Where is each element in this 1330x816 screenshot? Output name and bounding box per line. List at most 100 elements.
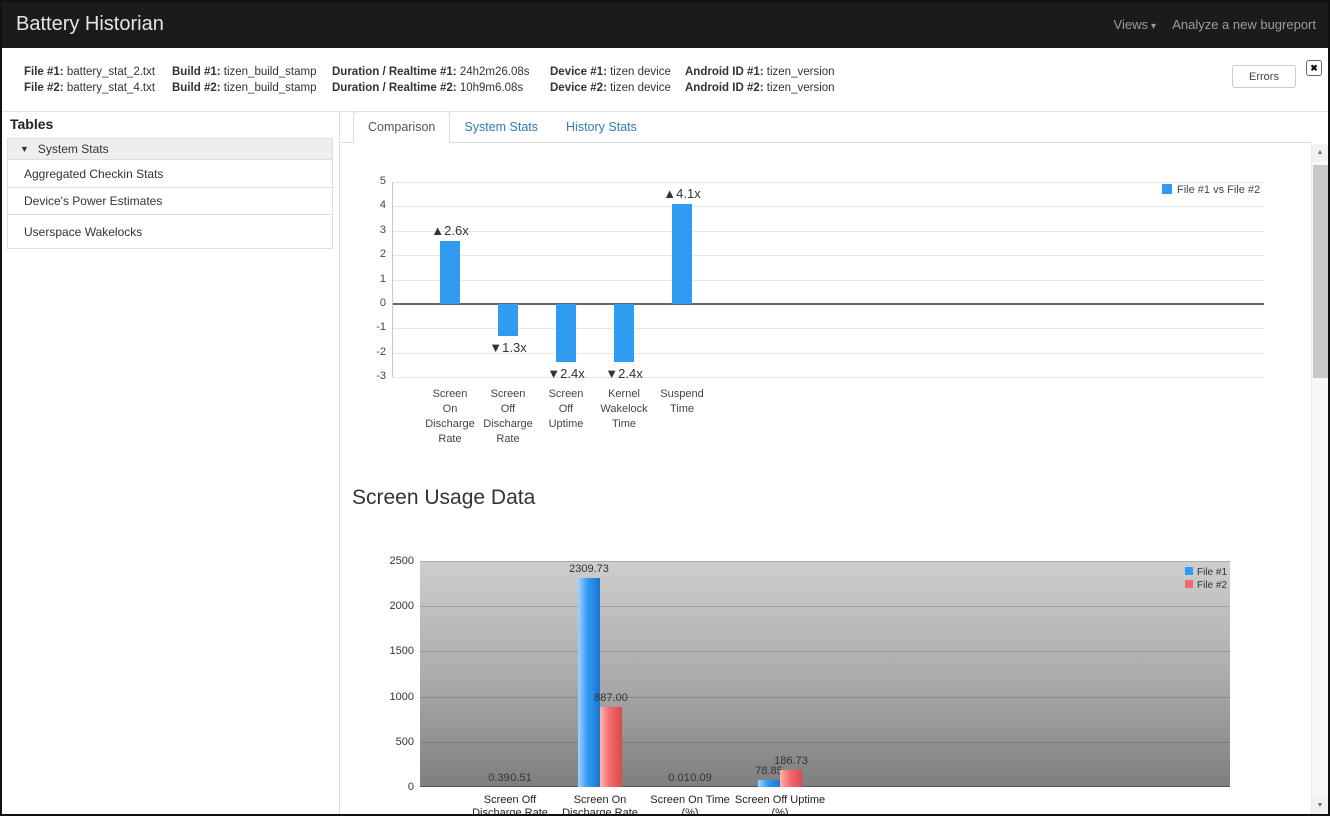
info-row: Duration / Realtime #1: 24h2m26.08s — [332, 64, 530, 80]
sidebar-group-system-stats[interactable]: ▼ System Stats — [7, 138, 333, 160]
bar-suspend-time — [672, 204, 692, 304]
sidebar-group-label: System Stats — [38, 142, 109, 156]
comparison-chart: -3-2-1012345▲2.6xScreenOnDischargeRate▼1… — [352, 170, 1277, 470]
x-category-line: Screen Off Uptime — [720, 794, 840, 807]
y-tick-label: 1 — [352, 273, 386, 285]
info-column: File #1: battery_stat_2.txtFile #2: batt… — [24, 64, 155, 96]
info-value: tizen device — [610, 82, 671, 94]
x-category-label: SuspendTime — [642, 387, 722, 417]
y-axis-line — [392, 182, 393, 377]
sidebar-item-label: Aggregated Checkin Stats — [24, 167, 163, 181]
legend-item: File #1 — [1185, 566, 1227, 579]
legend: File #1 vs File #2 — [1162, 184, 1260, 196]
scrollbar-thumb[interactable] — [1313, 165, 1328, 378]
info-row: Device #2: tizen device — [550, 80, 671, 96]
app-title: Battery Historian — [16, 13, 164, 36]
info-value: tizen_build_stamp — [224, 82, 317, 94]
legend-swatch-file-2 — [1185, 580, 1193, 588]
gridline — [392, 328, 1264, 329]
sidebar-item-label: Device's Power Estimates — [24, 194, 162, 208]
info-value: 10h9m6.08s — [460, 82, 523, 94]
info-label: Device #1: — [550, 66, 610, 78]
info-label: Duration / Realtime #1: — [332, 66, 460, 78]
gridline — [420, 697, 1230, 698]
bar-value-label: 2309.73 — [559, 563, 619, 575]
y-tick-label: 2500 — [380, 555, 414, 567]
info-value: tizen_version — [767, 66, 835, 78]
zero-axis-line — [392, 303, 1264, 305]
bugreport-info-bar: Errors ✖ File #1: battery_stat_2.txtFile… — [2, 48, 1328, 112]
bar-annotation: ▲2.6x — [410, 223, 490, 238]
bar-screen-off-uptime — [556, 304, 576, 363]
y-tick-label: -1 — [352, 321, 386, 333]
caret-down-icon: ▼ — [20, 144, 29, 154]
legend-swatch-file1-vs-file2 — [1162, 184, 1172, 194]
scroll-up-arrow-icon[interactable]: ▲ — [1312, 144, 1328, 161]
legend: File #1File #2 — [1185, 566, 1227, 592]
tables-heading: Tables — [10, 116, 53, 132]
gridline — [420, 651, 1230, 652]
sidebar-item-label: Userspace Wakelocks — [24, 225, 142, 239]
tables-accordion: ▼ System Stats Aggregated Checkin Stats D… — [7, 138, 333, 249]
bar-value-label: 186.73 — [761, 755, 821, 767]
top-navbar: Battery Historian Views▾ Analyze a new b… — [2, 2, 1328, 48]
views-menu[interactable]: Views▾ — [1114, 17, 1156, 32]
bar-value-label: 887.00 — [581, 692, 641, 704]
info-label: Android ID #2: — [685, 82, 767, 94]
info-value: tizen_build_stamp — [224, 66, 317, 78]
sidebar-item-aggregated-checkin-stats[interactable]: Aggregated Checkin Stats — [7, 160, 333, 188]
x-category-label: Screen Off Uptime(%) — [720, 794, 840, 816]
info-column: Duration / Realtime #1: 24h2m26.08sDurat… — [332, 64, 530, 96]
sidebar-item-userspace-wakelocks[interactable]: Userspace Wakelocks — [7, 215, 333, 249]
y-tick-label: -2 — [352, 346, 386, 358]
y-tick-label: 2000 — [380, 600, 414, 612]
gridline — [392, 255, 1264, 256]
tab-system-stats[interactable]: System Stats — [450, 112, 552, 142]
info-column: Android ID #1: tizen_versionAndroid ID #… — [685, 64, 835, 96]
info-label: Build #2: — [172, 82, 224, 94]
analyze-new-bugreport-link[interactable]: Analyze a new bugreport — [1172, 17, 1316, 32]
info-row: File #2: battery_stat_4.txt — [24, 80, 155, 96]
tab-bar: ComparisonSystem StatsHistory Stats — [340, 112, 1311, 143]
bar-screen-off-discharge-rate — [498, 304, 518, 336]
info-row: Build #2: tizen_build_stamp — [172, 80, 316, 96]
info-label: Android ID #1: — [685, 66, 767, 78]
y-tick-label: 1000 — [380, 691, 414, 703]
gridline — [392, 182, 1264, 183]
tab-comparison[interactable]: Comparison — [353, 111, 450, 143]
bar-annotation: ▼1.3x — [468, 340, 548, 355]
y-tick-label: 2 — [352, 248, 386, 260]
info-column: Build #1: tizen_build_stampBuild #2: tiz… — [172, 64, 316, 96]
info-row: File #1: battery_stat_2.txt — [24, 64, 155, 80]
bar-file-2-screen-on-discharge-rate — [600, 707, 622, 787]
screen-usage-chart: 050010001500200025000.390.51Screen OffDi… — [380, 552, 1242, 816]
vertical-scrollbar[interactable]: ▲ ▼ — [1311, 144, 1328, 814]
info-row: Android ID #1: tizen_version — [685, 64, 835, 80]
bar-file-1-screen-off-uptime — [758, 780, 780, 787]
info-row: Android ID #2: tizen_version — [685, 80, 835, 96]
y-tick-label: 0 — [352, 297, 386, 309]
info-row: Device #1: tizen device — [550, 64, 671, 80]
info-row: Build #1: tizen_build_stamp — [172, 64, 316, 80]
app-window: Battery Historian Views▾ Analyze a new b… — [0, 0, 1330, 816]
close-icon[interactable]: ✖ — [1306, 60, 1322, 76]
x-category-line: (%) — [720, 807, 840, 816]
legend-swatch-file-1 — [1185, 567, 1193, 575]
gridline — [392, 231, 1264, 232]
sidebar-divider — [339, 112, 340, 816]
info-value: 24h2m26.08s — [460, 66, 530, 78]
scroll-down-arrow-icon[interactable]: ▼ — [1312, 797, 1328, 814]
tab-history-stats[interactable]: History Stats — [552, 112, 651, 142]
sidebar-item-device-s-power-estimates[interactable]: Device's Power Estimates — [7, 188, 333, 215]
info-value: battery_stat_4.txt — [67, 82, 155, 94]
gridline — [392, 206, 1264, 207]
info-value: tizen_version — [767, 82, 835, 94]
gridline — [392, 377, 1264, 378]
y-tick-label: -3 — [352, 370, 386, 382]
bar-annotation: ▼2.4x — [584, 366, 664, 381]
caret-down-icon: ▾ — [1151, 21, 1156, 32]
errors-button[interactable]: Errors — [1232, 65, 1296, 88]
section-title: Screen Usage Data — [352, 486, 535, 510]
x-axis-line — [420, 786, 1230, 787]
gridline — [392, 280, 1264, 281]
